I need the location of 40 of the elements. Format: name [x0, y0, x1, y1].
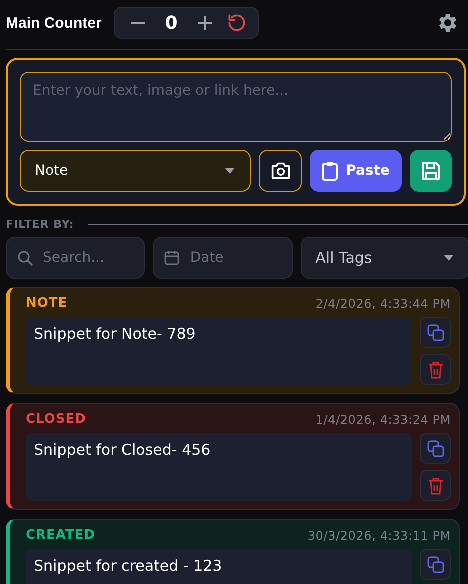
delete-button[interactable] [420, 354, 451, 385]
save-icon [419, 159, 443, 183]
app-title: Main Counter [6, 14, 102, 32]
copy-icon [426, 556, 444, 574]
tag-label: CLOSED [26, 412, 86, 427]
reset-icon [226, 12, 248, 34]
trash-icon [428, 360, 444, 378]
copy-button[interactable] [420, 549, 451, 580]
camera-button[interactable] [259, 150, 302, 192]
caret-icon [224, 167, 236, 175]
calendar-icon [164, 250, 180, 266]
filter-label: FILTER BY: [6, 218, 74, 231]
increment-button[interactable]: + [190, 10, 220, 36]
delete-button[interactable] [420, 470, 451, 501]
clipboard-icon [322, 161, 338, 181]
tag-label: CREATED [26, 528, 96, 543]
copy-button[interactable] [420, 317, 451, 348]
type-dropdown[interactable]: Note [20, 150, 251, 192]
date-field[interactable]: Date [153, 237, 293, 279]
copy-icon [426, 324, 444, 342]
timestamp: 2/4/2026, 4:33:44 PM [316, 296, 451, 310]
tag-label: NOTE [26, 296, 68, 311]
tags-dropdown[interactable]: All Tags [300, 237, 468, 279]
timestamp: 30/3/2026, 4:33:11 PM [308, 528, 451, 542]
trash-icon [428, 476, 444, 494]
caret-icon [442, 254, 455, 262]
decrement-button[interactable]: − [122, 10, 154, 36]
camera-icon [270, 161, 292, 181]
snippet-text: Snippet for created - 123 [26, 549, 412, 584]
copy-icon [426, 440, 444, 458]
snippet-text: Snippet for Note- 789 [26, 317, 412, 385]
snippet-input[interactable]: Enter your text, image or link here... [20, 72, 452, 142]
save-button[interactable] [410, 150, 452, 192]
search-field[interactable]: Search... [6, 237, 146, 279]
timestamp: 1/4/2026, 4:33:24 PM [316, 412, 451, 426]
search-icon [17, 250, 33, 266]
paste-button[interactable]: Paste [310, 150, 402, 192]
counter-value: 0 [164, 12, 179, 34]
snippet-text: Snippet for Closed- 456 [26, 433, 412, 501]
copy-button[interactable] [420, 433, 451, 464]
